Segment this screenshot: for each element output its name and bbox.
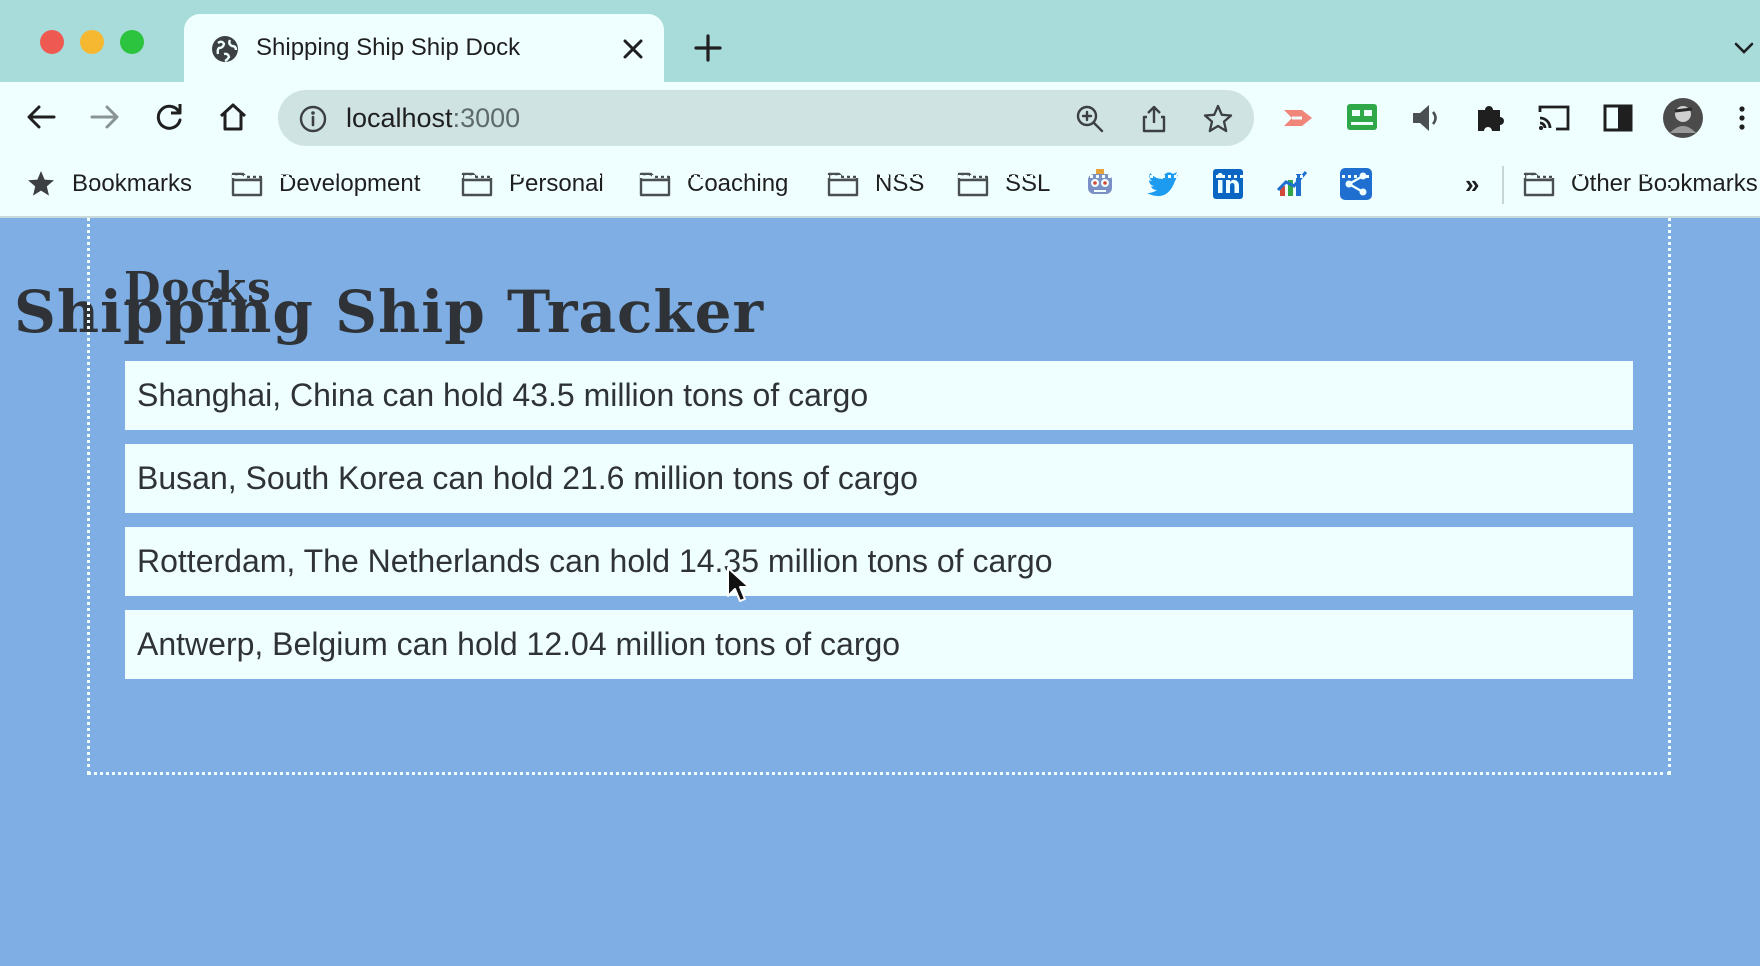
list-item: Rotterdam, The Netherlands can hold 14.3…: [125, 527, 1633, 596]
active-tab[interactable]: Shipping Ship Ship Dock: [184, 14, 664, 82]
minimize-window-button[interactable]: [80, 30, 104, 54]
browser-toolbar: localhost:3000: [0, 82, 1760, 152]
reload-icon[interactable]: [152, 100, 186, 134]
extension-robot-icon[interactable]: [1344, 100, 1380, 136]
maximize-window-button[interactable]: [120, 30, 144, 54]
more-menu-icon[interactable]: [1728, 100, 1748, 136]
globe-icon: [212, 36, 238, 63]
puzzle-extensions-icon[interactable]: [1472, 100, 1508, 136]
zoom-icon[interactable]: [1074, 103, 1106, 135]
bookmark-star-icon[interactable]: [1202, 103, 1234, 135]
share-icon[interactable]: [1138, 103, 1170, 135]
side-panel-icon[interactable]: [1600, 100, 1636, 136]
docks-heading: Docks: [124, 263, 272, 312]
tab-title: Shipping Ship Ship Dock: [256, 34, 521, 61]
list-item: Shanghai, China can hold 43.5 million to…: [125, 361, 1633, 430]
address-bar[interactable]: localhost:3000: [278, 90, 1254, 146]
url-text: localhost:3000: [346, 103, 521, 133]
mouse-cursor-icon: [727, 567, 750, 602]
speaker-icon[interactable]: [1408, 100, 1444, 136]
cast-icon[interactable]: [1536, 100, 1572, 136]
home-icon[interactable]: [216, 100, 250, 134]
forward-arrow-icon[interactable]: [88, 100, 122, 134]
star-icon: [28, 171, 54, 196]
list-item: Busan, South Korea can hold 21.6 million…: [125, 444, 1633, 513]
back-arrow-icon[interactable]: [24, 100, 58, 134]
site-info-icon[interactable]: [298, 104, 328, 134]
docks-list: Shanghai, China can hold 43.5 million to…: [125, 361, 1633, 693]
close-window-button[interactable]: [40, 30, 64, 54]
avatar[interactable]: [1662, 97, 1704, 139]
new-tab-icon[interactable]: [692, 32, 724, 64]
close-tab-icon[interactable]: [620, 36, 646, 62]
chevron-down-icon[interactable]: [1732, 38, 1756, 58]
browser-tabstrip: Shipping Ship Ship Dock: [0, 0, 1760, 82]
list-item: Antwerp, Belgium can hold 12.04 million …: [125, 610, 1633, 679]
extension-arrow-icon[interactable]: [1280, 100, 1316, 136]
